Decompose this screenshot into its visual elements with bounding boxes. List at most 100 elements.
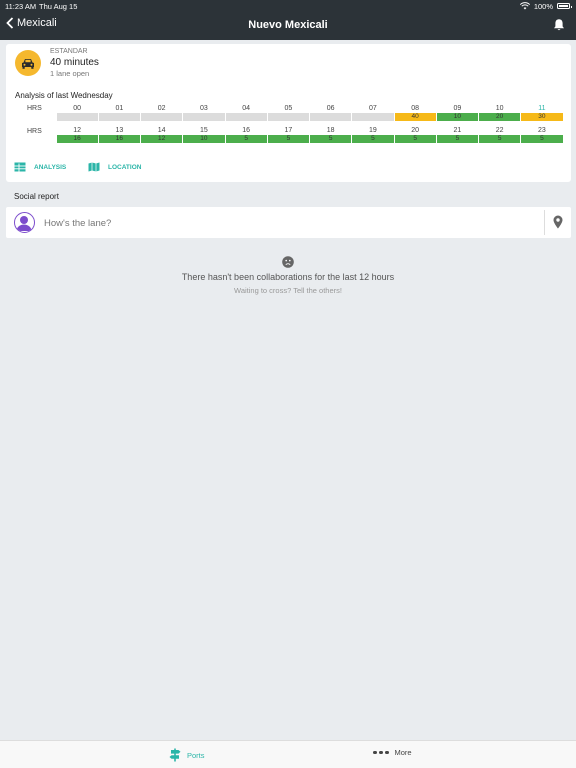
social-report-title: Social report: [14, 192, 59, 201]
lane-wait-time: 40 minutes: [50, 57, 99, 68]
wait-time-bar: 10: [183, 135, 225, 143]
wait-time-bar: 10: [436, 113, 478, 121]
lane-report-input[interactable]: [44, 215, 524, 231]
hour-label: 17: [284, 127, 293, 134]
table-icon: [14, 162, 26, 172]
hour-label: 23: [537, 127, 546, 134]
hour-label: 08: [411, 105, 420, 112]
hour-label: 02: [157, 105, 166, 112]
hour-label: 00: [73, 105, 82, 112]
page-title: Nuevo Mexicali: [248, 19, 328, 31]
bell-icon[interactable]: [552, 18, 566, 32]
report-bar: [6, 207, 571, 238]
hour-cell: 04: [225, 104, 267, 121]
lanes-open: 1 lane open: [50, 69, 90, 78]
wait-time-bar: 5: [225, 135, 267, 143]
wait-time-bar: 5: [479, 135, 521, 143]
wait-time-bar: 5: [310, 135, 352, 143]
hour-cell: 16 5: [225, 126, 267, 143]
hour-cell: 19 5: [352, 126, 394, 143]
hour-cell: 03: [183, 104, 225, 121]
wait-time-bar: 20: [479, 113, 521, 121]
divider: [544, 210, 545, 235]
hour-label: 15: [199, 127, 208, 134]
hour-cell: 09 10: [436, 104, 478, 121]
hour-label: 22: [495, 127, 504, 134]
more-dots-icon: [373, 750, 389, 755]
hour-cell: 21 5: [436, 126, 478, 143]
hour-cell: 02: [141, 104, 183, 121]
wait-time-bar: 30: [521, 113, 563, 121]
tab-more-label: More: [394, 748, 412, 757]
hour-cell: 17 5: [267, 126, 309, 143]
analysis-tab[interactable]: ANALYSIS: [14, 162, 66, 172]
hour-label: 12: [73, 127, 82, 134]
analysis-tab-label: ANALYSIS: [34, 163, 67, 171]
wait-time-bar: 16: [98, 135, 140, 143]
hour-cell: 14 12: [141, 126, 183, 143]
wait-time-bar: 5: [521, 135, 563, 143]
empty-state-title: There hasn't been collaborations for the…: [181, 272, 395, 282]
hour-cell: 00: [56, 104, 98, 121]
hours-grid-row-2: 12 16 13 16 14 12 15 10 16 5 17 5 18 5 19 5 20 5 21 5 22 5 23 5: [56, 126, 563, 143]
lane-type: ESTANDAR: [50, 48, 88, 55]
lane-type-badge: [15, 50, 41, 76]
wait-time-bar: [352, 113, 394, 121]
analysis-title: Analysis of last Wednesday: [15, 91, 113, 100]
wait-time-bar: [310, 113, 352, 121]
battery-percent: 100%: [533, 1, 553, 11]
wait-time-bar: [98, 113, 140, 121]
wait-time-bar: 12: [141, 135, 183, 143]
avatar[interactable]: [14, 212, 35, 233]
hour-label: 09: [453, 105, 462, 112]
tab-ports-label: Ports: [187, 750, 205, 760]
hour-label: 05: [284, 105, 293, 112]
location-tab[interactable]: LOCATION: [88, 162, 141, 172]
hour-cell: 08 40: [394, 104, 436, 121]
status-date: Thu Aug 15: [39, 2, 78, 11]
tab-bar: Ports More: [0, 740, 576, 768]
battery-icon: [557, 3, 572, 9]
status-time: 11:23 AM: [5, 2, 37, 11]
hour-label: 13: [115, 127, 124, 134]
hour-cell: 05: [267, 104, 309, 121]
hour-cell: 20 5: [394, 126, 436, 143]
wait-time-bar: [225, 113, 267, 121]
hour-cell: 18 5: [310, 126, 352, 143]
nav-bar: Mexicali Nuevo Mexicali: [0, 12, 576, 40]
hour-cell: 23 5: [521, 126, 563, 143]
wait-time-bar: [183, 113, 225, 121]
hour-label: 10: [495, 105, 504, 112]
hour-label: 06: [326, 105, 335, 112]
wait-time-bar: [141, 113, 183, 121]
status-right: 100%: [519, 1, 572, 11]
wait-time-bar: 5: [394, 135, 436, 143]
hour-label: 16: [242, 127, 251, 134]
wait-time-bar: [267, 113, 309, 121]
hour-cell: 13 16: [98, 126, 140, 143]
hrs-label: HRS: [27, 128, 42, 135]
tab-ports[interactable]: Ports: [169, 748, 205, 762]
location-pin-icon[interactable]: [552, 215, 564, 229]
car-icon: [22, 58, 34, 69]
hour-label: 03: [199, 105, 208, 112]
wait-time-bar: 16: [56, 135, 98, 143]
hour-label: 04: [242, 105, 251, 112]
tab-more[interactable]: More: [373, 748, 412, 757]
hour-label: 19: [368, 127, 377, 134]
hours-grid-row-1: 00 01 02 03 04 05 06 07 08 40 09 10 10 20 11 30: [56, 104, 563, 121]
signpost-icon: [169, 748, 181, 762]
wait-time-bar: 5: [267, 135, 309, 143]
hour-label: 11: [538, 105, 546, 112]
hour-cell: 11 30: [521, 104, 563, 121]
hour-cell: 22 5: [479, 126, 521, 143]
hour-label: 21: [453, 127, 462, 134]
hour-label: 14: [157, 127, 166, 134]
hour-label: 07: [368, 105, 377, 112]
hour-cell: 01: [98, 104, 140, 121]
hour-label: 01: [115, 105, 124, 112]
wifi-icon: [519, 2, 530, 10]
hour-cell: 10 20: [479, 104, 521, 121]
map-icon: [88, 162, 100, 172]
hour-label: 18: [326, 127, 335, 134]
